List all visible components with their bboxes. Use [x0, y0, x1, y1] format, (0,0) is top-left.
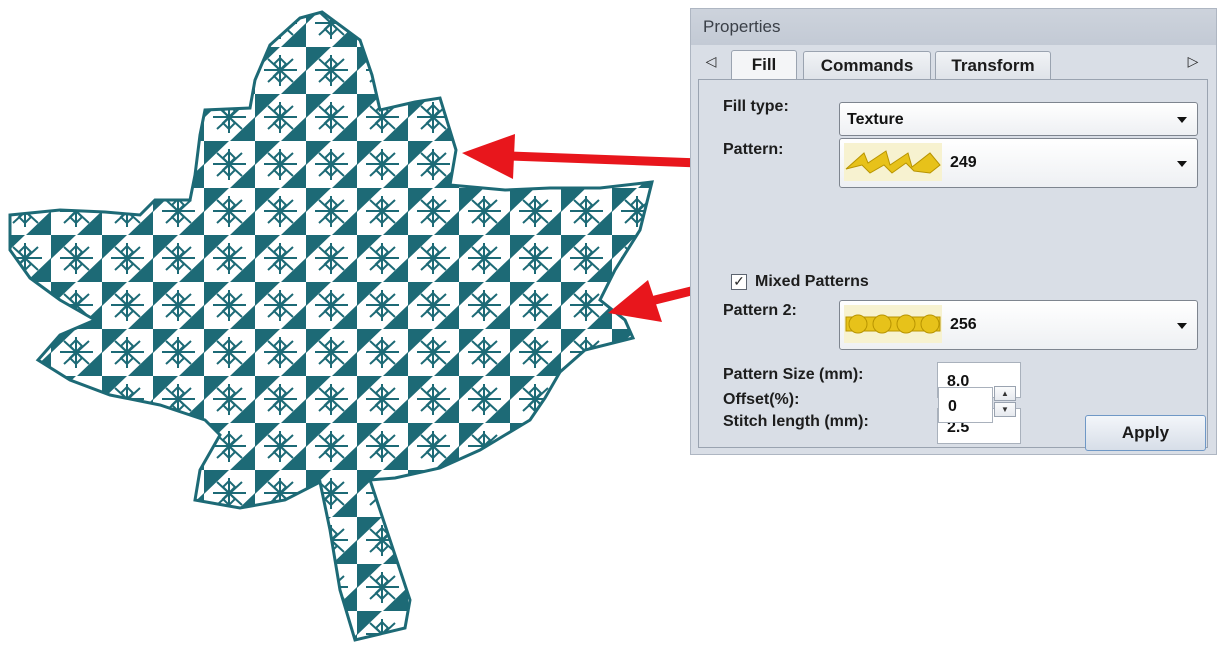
- offset-increment-icon[interactable]: ▲: [994, 386, 1016, 401]
- pattern2-value: 256: [950, 316, 977, 333]
- tab-commands[interactable]: Commands: [803, 51, 931, 79]
- stitch-length-label: Stitch length (mm):: [723, 413, 869, 430]
- tab-fill[interactable]: Fill: [731, 50, 797, 80]
- pattern2-label: Pattern 2:: [723, 302, 797, 319]
- properties-panel: Properties ◁ Fill Commands Transform ▷ F…: [690, 8, 1217, 455]
- embroidered-leaf-design: [8, 10, 654, 642]
- fill-type-value: Texture: [847, 111, 904, 128]
- pattern2-select[interactable]: 256: [839, 300, 1198, 350]
- chevron-down-icon: [1177, 323, 1187, 329]
- tab-transform[interactable]: Transform: [935, 51, 1051, 79]
- offset-input[interactable]: 0: [938, 387, 993, 423]
- pattern-size-label: Pattern Size (mm):: [723, 366, 864, 383]
- pattern-value: 249: [950, 154, 977, 171]
- pattern-249-preview-icon: [844, 143, 942, 181]
- chevron-down-icon: [1177, 117, 1187, 123]
- tab-scroll-right-icon[interactable]: ▷: [1185, 53, 1201, 70]
- fill-type-label: Fill type:: [723, 98, 789, 115]
- apply-button[interactable]: Apply: [1085, 415, 1206, 451]
- offset-label: Offset(%):: [723, 391, 800, 408]
- pattern-label: Pattern:: [723, 141, 784, 158]
- fill-type-select[interactable]: Texture: [839, 102, 1198, 136]
- panel-title: Properties: [691, 9, 1216, 45]
- chevron-down-icon: [1177, 161, 1187, 167]
- mixed-patterns-checkbox[interactable]: ✓: [731, 274, 747, 290]
- pattern-select[interactable]: 249: [839, 138, 1198, 188]
- design-canvas[interactable]: [0, 0, 690, 645]
- mixed-patterns-label: Mixed Patterns: [755, 273, 869, 290]
- offset-decrement-icon[interactable]: ▼: [994, 402, 1016, 417]
- pattern-256-preview-icon: [844, 305, 942, 343]
- tab-scroll-left-icon[interactable]: ◁: [703, 53, 719, 70]
